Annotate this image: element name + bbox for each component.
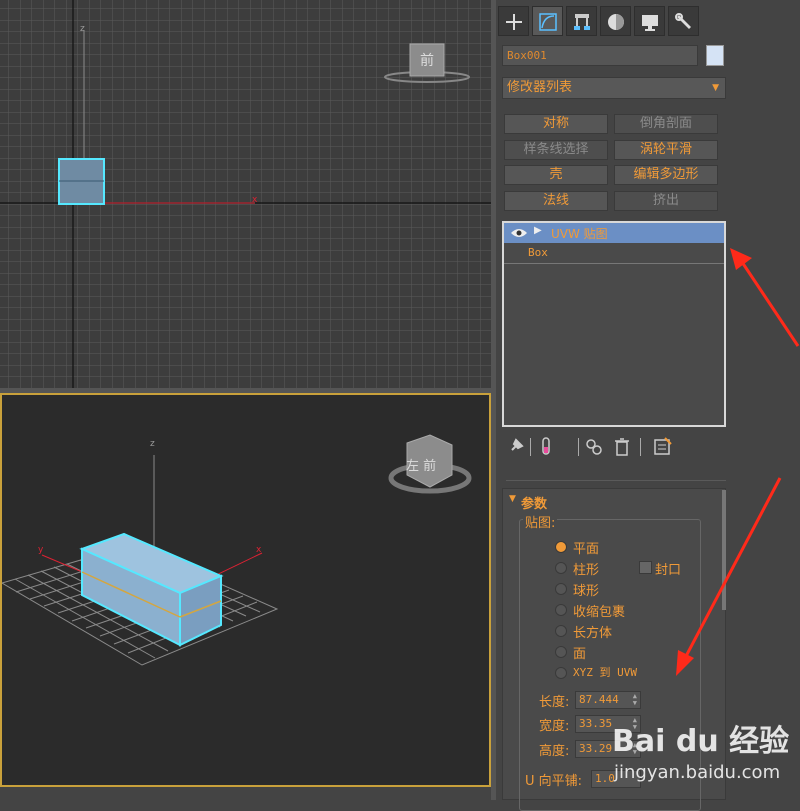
axis-z-label: z bbox=[150, 439, 155, 449]
axis-x-label: x bbox=[256, 545, 262, 555]
perspective-scene bbox=[2, 434, 472, 666]
radio-spherical[interactable] bbox=[555, 583, 567, 595]
monitor-icon bbox=[642, 15, 658, 31]
watermark-url: jingyan.baidu.com bbox=[614, 762, 781, 783]
object-name-input[interactable]: Box001 bbox=[502, 45, 698, 66]
cap-checkbox[interactable] bbox=[639, 561, 652, 574]
radio-label-face: 面 bbox=[573, 647, 587, 662]
modifier-button-shell[interactable]: 壳 bbox=[504, 165, 608, 185]
radio-label-xyz-to-uvw: XYZ 到 UVW bbox=[573, 666, 637, 679]
command-panel: Box001 修改器列表 ▼ 对称 倒角剖面 样条线选择 涡轮平滑 壳 编辑多边… bbox=[496, 0, 800, 811]
axis-z-label: z bbox=[80, 24, 85, 34]
rollout-separator bbox=[506, 480, 726, 481]
radio-box[interactable] bbox=[555, 625, 567, 637]
panel-scrollbar[interactable] bbox=[722, 490, 726, 610]
radio-face[interactable] bbox=[555, 646, 567, 658]
top-viewport-grid bbox=[0, 0, 491, 388]
radio-xyz-to-uvw[interactable] bbox=[555, 667, 567, 679]
perspective-viewport[interactable]: z x y 左 前 bbox=[0, 393, 491, 787]
length-label: 长度: bbox=[539, 695, 570, 710]
configure-modifier-sets-icon[interactable] bbox=[653, 436, 673, 458]
object-color-swatch[interactable] bbox=[706, 45, 724, 66]
axis-x-label: x bbox=[252, 195, 258, 205]
radio-label-cylindrical: 柱形 bbox=[573, 563, 600, 578]
stack-item-box[interactable]: Box bbox=[504, 243, 724, 264]
width-label: 宽度: bbox=[539, 719, 570, 734]
modifier-list-label: 修改器列表 bbox=[507, 80, 573, 95]
collapse-triangle-icon[interactable]: ▼ bbox=[509, 494, 516, 504]
modify-curve-icon bbox=[539, 13, 557, 31]
modifier-list-dropdown[interactable]: 修改器列表 ▼ bbox=[502, 77, 726, 99]
viewcube-face-label[interactable]: 前 bbox=[420, 50, 434, 70]
display-tab[interactable] bbox=[634, 6, 665, 36]
utilities-tab[interactable] bbox=[668, 6, 699, 36]
spinner-icon[interactable]: ▲ ▼ bbox=[633, 693, 637, 707]
width-value: 33.35 bbox=[579, 717, 613, 730]
pin-stack-icon[interactable] bbox=[506, 436, 526, 458]
make-unique-icon[interactable] bbox=[584, 436, 604, 458]
radio-label-shrink-wrap: 收缩包裹 bbox=[573, 605, 626, 620]
radio-shrink-wrap[interactable] bbox=[555, 604, 567, 616]
hierarchy-tab[interactable] bbox=[566, 6, 597, 36]
modifier-button-bevel-profile[interactable]: 倒角剖面 bbox=[614, 114, 718, 134]
rollout-title[interactable]: 参数 bbox=[521, 493, 547, 512]
motion-tab[interactable] bbox=[600, 6, 631, 36]
radio-planar[interactable] bbox=[555, 541, 567, 553]
stack-item-label: UVW 贴图 bbox=[551, 227, 608, 241]
cap-label: 封口 bbox=[655, 563, 682, 578]
radio-label-planar: 平面 bbox=[573, 542, 600, 557]
eye-icon[interactable] bbox=[510, 227, 528, 239]
length-value: 87.444 bbox=[579, 693, 619, 706]
u-tile-label: U 向平铺: bbox=[525, 774, 583, 789]
motion-circle-icon bbox=[608, 14, 624, 30]
baidu-watermark: Bai du 经验 jingyan.baidu.com bbox=[612, 716, 798, 796]
modifier-button-extrude[interactable]: 挤出 bbox=[614, 191, 718, 211]
radio-label-spherical: 球形 bbox=[573, 584, 600, 599]
radio-cylindrical[interactable] bbox=[555, 562, 567, 574]
modifier-button-normal[interactable]: 法线 bbox=[504, 191, 608, 211]
trash-icon[interactable] bbox=[612, 436, 632, 458]
watermark-brand: Bai du 经验 bbox=[612, 724, 790, 759]
axis-y-label: y bbox=[38, 545, 44, 555]
expand-arrow-icon[interactable]: ▶ bbox=[534, 225, 542, 236]
length-input[interactable]: 87.444 ▲ ▼ bbox=[575, 691, 641, 709]
modifier-button-edit-poly[interactable]: 编辑多边形 bbox=[614, 165, 718, 185]
viewcube-face-label[interactable]: 左 前 bbox=[406, 455, 436, 474]
create-tab[interactable] bbox=[498, 6, 529, 36]
height-label: 高度: bbox=[539, 744, 570, 759]
modify-tab[interactable] bbox=[532, 6, 563, 36]
hierarchy-icon bbox=[574, 14, 590, 30]
show-end-result-icon[interactable] bbox=[536, 436, 556, 458]
dropdown-arrow-icon: ▼ bbox=[712, 83, 719, 93]
stack-item-uvw-map[interactable]: ▶ UVW 贴图 bbox=[504, 223, 724, 243]
radio-label-box: 长方体 bbox=[573, 626, 613, 641]
wrench-icon bbox=[675, 13, 691, 29]
height-value: 33.29 bbox=[579, 742, 613, 755]
modifier-button-symmetry[interactable]: 对称 bbox=[504, 114, 608, 134]
modifier-button-spline-select[interactable]: 样条线选择 bbox=[504, 140, 608, 160]
plus-icon bbox=[506, 14, 522, 30]
top-viewport[interactable]: z x 前 bbox=[0, 0, 491, 388]
modifier-button-turbosmooth[interactable]: 涡轮平滑 bbox=[614, 140, 718, 160]
modifier-stack[interactable]: ▶ UVW 贴图 Box bbox=[502, 221, 726, 427]
mapping-group-label: 贴图: bbox=[523, 512, 558, 531]
stack-item-label: Box bbox=[528, 246, 548, 259]
